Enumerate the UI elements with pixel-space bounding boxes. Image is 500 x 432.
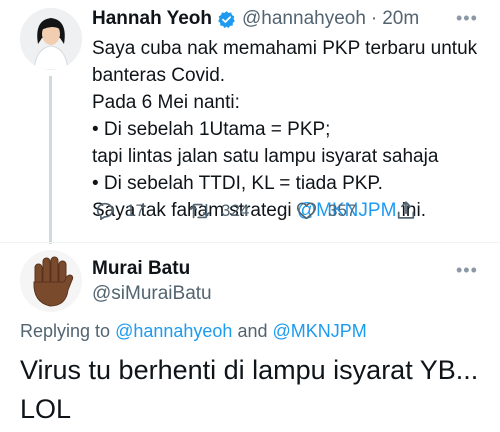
tweet-divider [0, 242, 500, 243]
retweet-count: 324 [221, 201, 250, 220]
separator-dot: · [370, 8, 378, 29]
replying-to: Replying to @hannahyeoh and @MKNJPM [20, 321, 367, 342]
reply-line: Virus tu berhenti di lampu isyarat YB... [20, 355, 479, 385]
thread-line [49, 76, 52, 244]
avatar-hannah[interactable] [20, 8, 82, 70]
share-button[interactable] [395, 199, 417, 222]
author-name[interactable]: Murai Batu [92, 258, 190, 280]
like-icon [295, 200, 318, 222]
tweet-line: tapi lintas jalan satu lampu isyarat sah… [92, 146, 439, 167]
tweet-line: • Di sebelah TTDI, KL = tiada PKP. [92, 173, 383, 194]
reply-count: 17 [126, 201, 145, 220]
tweet-line: • Di sebelah 1Utama = PKP; [92, 119, 331, 140]
tweet-line: Pada 6 Mei nanti: [92, 92, 240, 113]
replying-prefix: Replying to [20, 321, 116, 341]
reply-button[interactable]: 17 [94, 200, 145, 222]
tweet-line: banteras Covid. [92, 65, 226, 86]
retweet-button[interactable]: 324 [188, 200, 249, 222]
more-options-icon[interactable]: ••• [456, 260, 478, 281]
author-name[interactable]: Hannah Yeoh [92, 8, 212, 30]
verified-badge-icon [217, 10, 236, 29]
mention-link[interactable]: @MKNJPM [272, 321, 366, 341]
timestamp[interactable]: 20m [382, 8, 419, 30]
like-count: 357 [328, 201, 357, 220]
reply-tweet-text: Virus tu berhenti di lampu isyarat YB...… [20, 353, 490, 426]
retweet-icon [188, 200, 212, 222]
more-options-icon[interactable]: ••• [456, 8, 478, 29]
reply-line: LOL [20, 394, 72, 424]
like-button[interactable]: 357 [295, 200, 356, 222]
avatar-murai-batu[interactable] [20, 250, 82, 312]
replying-and: and [232, 321, 273, 341]
tweet1-header: Hannah Yeoh @hannahyeoh · 20m [92, 6, 419, 32]
mention-link[interactable]: @hannahyeoh [115, 321, 232, 341]
tweet-line: Saya cuba nak memahami PKP terbaru untuk [92, 38, 478, 59]
author-handle[interactable]: @siMuraiBatu [92, 283, 212, 305]
reply-icon [94, 200, 116, 222]
tweet1-text: Saya cuba nak memahami PKP terbaru untuk… [92, 35, 487, 224]
tweet-line: Saya tak faham strategi @MKNJPM ini. [92, 197, 487, 224]
share-icon [395, 199, 417, 222]
author-handle[interactable]: @hannahyeoh [242, 8, 366, 30]
